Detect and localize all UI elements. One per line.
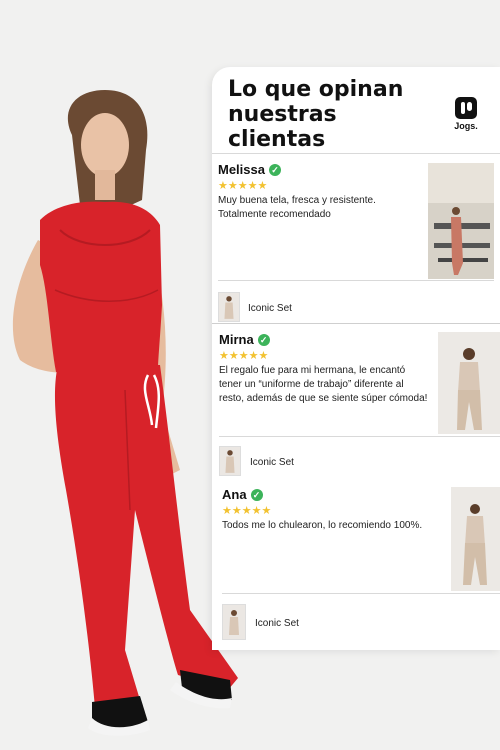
review-photo[interactable] (428, 163, 494, 279)
divider (218, 280, 494, 281)
review-card: Melissa ✓ ★★★★★ Muy buena tela, fresca y … (212, 153, 500, 323)
product-thumbnail[interactable] (218, 292, 240, 322)
product-name[interactable]: Iconic Set (250, 457, 294, 468)
review-text: Muy buena tela, fresca y resistente. Tot… (218, 195, 376, 220)
review-text: El regalo fue para mi hermana, le encant… (219, 365, 428, 404)
review-photo[interactable] (451, 487, 500, 591)
brand-logo[interactable]: Jogs. (446, 97, 486, 131)
review-text: Todos me lo chulearon, lo recomiendo 100… (222, 520, 423, 531)
reviews-header: Lo que opinan nuestras clientas Jogs. (212, 67, 500, 153)
star-rating: ★★★★★ (219, 350, 269, 362)
star-rating: ★★★★★ (222, 505, 272, 517)
review-card: Ana ✓ ★★★★★ Todos me lo chulearon, lo rec… (212, 483, 500, 650)
check-circle-icon: ✓ (268, 164, 281, 176)
divider (219, 436, 500, 437)
jogs-logo-icon (455, 97, 477, 119)
reviewer-name: Melissa ✓ (218, 162, 281, 177)
product-name[interactable]: Iconic Set (255, 618, 299, 629)
product-thumbnail[interactable] (219, 446, 241, 476)
divider (222, 593, 500, 594)
star-rating: ★★★★★ (218, 180, 268, 192)
review-photo[interactable] (438, 332, 500, 434)
reviewer-name: Ana ✓ (222, 487, 263, 502)
check-circle-icon: ✓ (257, 334, 270, 346)
product-thumbnail[interactable] (222, 604, 246, 640)
panel-title: Lo que opinan nuestras clientas (228, 77, 404, 152)
product-name[interactable]: Iconic Set (248, 303, 292, 314)
review-card: Mirna ✓ ★★★★★ El regalo fue para mi herma… (212, 323, 500, 483)
check-circle-icon: ✓ (250, 489, 263, 501)
reviews-panel: Lo que opinan nuestras clientas Jogs. Me… (212, 67, 500, 650)
brand-name: Jogs. (454, 121, 478, 131)
reviewer-name: Mirna ✓ (219, 332, 270, 347)
